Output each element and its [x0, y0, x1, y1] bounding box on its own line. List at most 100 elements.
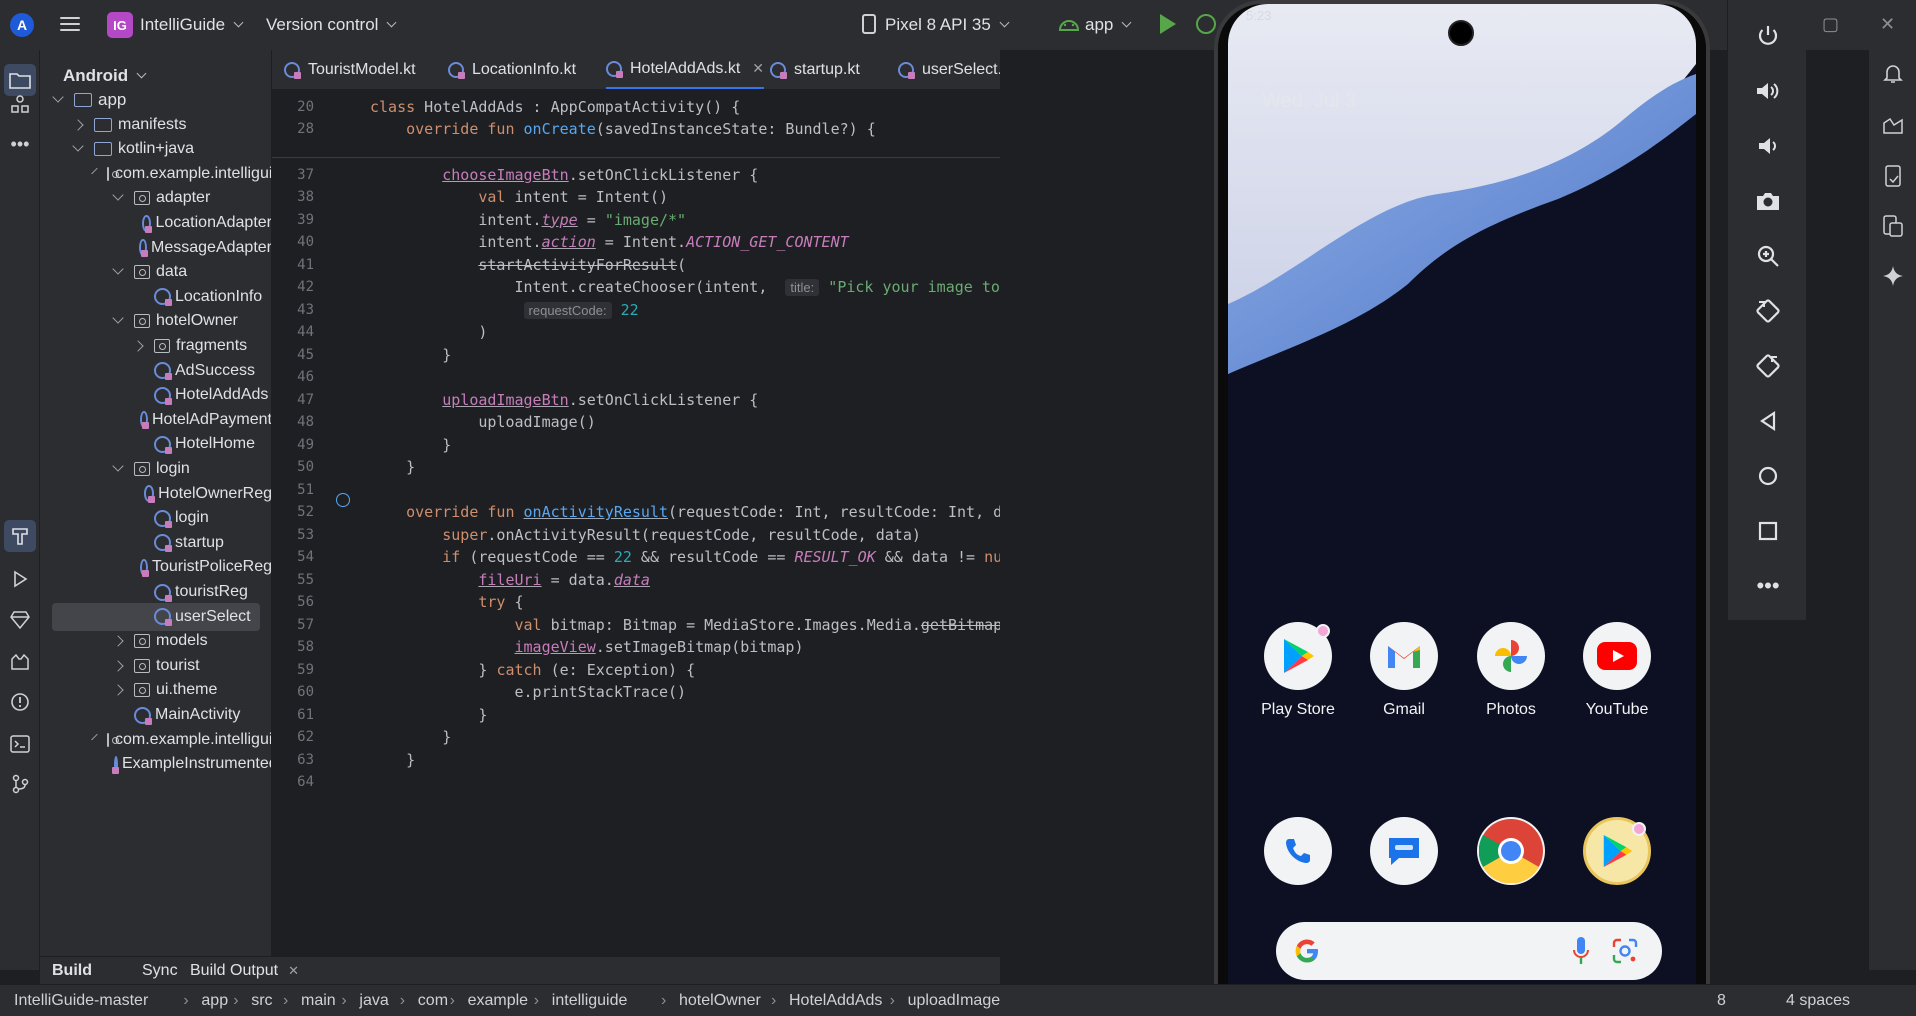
code-line[interactable]: 53 super.onActivityResult(requestCode, r… — [272, 524, 1000, 546]
device-manager-icon[interactable] — [1881, 114, 1905, 138]
caret-position[interactable]: 8 — [1717, 992, 1726, 1010]
overview-icon[interactable] — [1754, 517, 1782, 545]
breadcrumb-item[interactable]: src — [251, 992, 272, 1010]
chrome-icon[interactable] — [1477, 817, 1545, 885]
code-line[interactable]: 38 val intent = Intent() — [272, 186, 1000, 208]
camera-icon[interactable] — [1754, 187, 1782, 215]
code-line[interactable]: 61 } — [272, 704, 1000, 726]
phone-screen[interactable]: 5:23 Wed, Jul 3 Play Store Gmail Photos — [1228, 4, 1696, 1012]
code-editor[interactable]: 20 class HotelAddAds : AppCompatActivity(… — [272, 90, 1000, 970]
close-icon[interactable]: ✕ — [752, 60, 764, 77]
breadcrumb-item[interactable]: java — [359, 992, 388, 1010]
tree-item[interactable]: touristReg — [40, 578, 271, 606]
chevron-down-icon[interactable] — [52, 91, 64, 103]
more-tools-icon[interactable]: ••• — [8, 132, 32, 156]
mic-icon[interactable] — [1572, 936, 1590, 966]
chevron-right-icon[interactable] — [112, 635, 124, 647]
code-line[interactable]: 59 } catch (e: Exception) { — [272, 659, 1000, 681]
git-icon[interactable] — [8, 772, 32, 796]
chevron-down-icon[interactable] — [112, 460, 124, 472]
chevron-down-icon[interactable] — [112, 189, 124, 202]
power-icon[interactable] — [1754, 22, 1782, 50]
zoom-icon[interactable] — [1754, 242, 1782, 270]
project-badge[interactable]: IG — [107, 12, 133, 38]
gmail-icon[interactable] — [1370, 622, 1438, 690]
app-label-photos[interactable]: Photos — [1456, 701, 1566, 719]
gemini-sparkle-icon[interactable] — [1881, 264, 1905, 288]
gem-icon[interactable] — [8, 608, 32, 632]
photos-icon[interactable] — [1477, 622, 1545, 690]
override-gutter-icon[interactable] — [336, 493, 350, 507]
code-line[interactable]: 42 Intent.createChooser(intent, title: "… — [272, 276, 1000, 298]
chevron-down-icon[interactable] — [112, 263, 124, 275]
code-line[interactable]: 48 uploadImage() — [272, 411, 1000, 433]
code-line[interactable]: 56 try { — [272, 591, 1000, 613]
chevron-right-icon[interactable] — [112, 660, 124, 672]
code-line[interactable]: 44 ) — [272, 321, 1000, 343]
code-line[interactable]: 60 e.printStackTrace() — [272, 681, 1000, 703]
breadcrumb-item[interactable]: com — [418, 992, 448, 1010]
chevron-down-icon[interactable] — [91, 733, 98, 740]
code-line[interactable]: 39 intent.type = "image/*" — [272, 209, 1000, 231]
chevron-down-icon[interactable] — [91, 167, 98, 174]
back-icon[interactable] — [1754, 407, 1782, 435]
volume-down-icon[interactable] — [1754, 132, 1782, 160]
play-store-icon[interactable] — [1264, 622, 1332, 690]
rotate-right-icon[interactable] — [1754, 352, 1782, 380]
chevron-down-icon[interactable] — [72, 140, 84, 152]
code-line[interactable]: 40 intent.action = Intent.ACTION_GET_CON… — [272, 231, 1000, 253]
window-close-icon[interactable]: ✕ — [1880, 14, 1895, 35]
code-line[interactable]: 51 — [272, 479, 1000, 501]
logcat-icon[interactable] — [8, 650, 32, 674]
running-devices-icon[interactable] — [1881, 214, 1905, 238]
code-line[interactable]: 54 if (requestCode == 22 && resultCode =… — [272, 546, 1000, 568]
editor-tab[interactable]: startup.kt — [770, 50, 860, 89]
code-line[interactable]: 49 } — [272, 434, 1000, 456]
project-selector[interactable]: IntelliGuide — [140, 15, 244, 35]
close-icon[interactable]: ✕ — [288, 963, 299, 978]
breadcrumb-item[interactable]: app — [201, 992, 228, 1010]
lens-icon[interactable] — [1612, 938, 1638, 964]
code-line[interactable]: 37 chooseImageBtn.setOnClickListener { — [272, 164, 1000, 186]
code-line[interactable]: 63 } — [272, 749, 1000, 771]
code-line[interactable]: 64 — [272, 771, 1000, 793]
window-maximize-icon[interactable]: ▢ — [1822, 14, 1839, 35]
tab-build[interactable]: Build — [52, 962, 92, 980]
android-studio-logo-icon[interactable]: A — [10, 13, 34, 37]
code-line[interactable]: 58 imageView.setImageBitmap(bitmap) — [272, 636, 1000, 658]
chevron-right-icon[interactable] — [132, 340, 144, 352]
problems-icon[interactable] — [8, 690, 32, 714]
app-label-play-store[interactable]: Play Store — [1243, 701, 1353, 719]
code-line[interactable]: 57 val bitmap: Bitmap = MediaStore.Image… — [272, 614, 1000, 636]
editor-tab[interactable]: TouristModel.kt — [284, 50, 416, 89]
code-line[interactable]: 47 uploadImageBtn.setOnClickListener { — [272, 389, 1000, 411]
version-control-menu[interactable]: Version control — [266, 15, 397, 35]
google-search-bar[interactable] — [1276, 922, 1662, 980]
editor-tab[interactable]: userSelect.kt — [898, 50, 1000, 89]
youtube-icon[interactable] — [1583, 622, 1651, 690]
breadcrumb-item[interactable]: example — [468, 992, 528, 1010]
breadcrumb-item[interactable]: hotelOwner — [679, 992, 761, 1010]
notifications-icon[interactable] — [1881, 62, 1905, 86]
app-label-youtube[interactable]: YouTube — [1562, 701, 1672, 719]
chevron-right-icon[interactable] — [112, 684, 124, 697]
volume-up-icon[interactable] — [1754, 77, 1782, 105]
device-selector[interactable]: Pixel 8 API 35 — [885, 15, 1010, 35]
code-line[interactable]: 45 } — [272, 344, 1000, 366]
play-games-icon[interactable] — [1583, 817, 1651, 885]
breadcrumb-item[interactable]: main — [301, 992, 336, 1010]
build-hammer-icon[interactable] — [4, 520, 36, 552]
app-label-gmail[interactable]: Gmail — [1349, 701, 1459, 719]
device-explorer-icon[interactable] — [1881, 164, 1905, 188]
code-line[interactable]: 50 } — [272, 456, 1000, 478]
code-line[interactable]: 62 } — [272, 726, 1000, 748]
tab-sync[interactable]: Sync — [142, 962, 178, 980]
code-line[interactable]: 43 requestCode: 22 — [272, 299, 1000, 321]
run-tool-icon[interactable] — [8, 567, 32, 591]
breadcrumb-item[interactable]: HotelAddAds — [789, 992, 882, 1010]
breadcrumb-item[interactable]: intelliguide — [552, 992, 628, 1010]
code-line[interactable]: 46 — [272, 366, 1000, 388]
breadcrumb-item[interactable]: uploadImage — [908, 992, 1001, 1010]
home-icon[interactable] — [1754, 462, 1782, 490]
code-line[interactable]: 20 class HotelAddAds : AppCompatActivity(… — [272, 96, 1000, 118]
